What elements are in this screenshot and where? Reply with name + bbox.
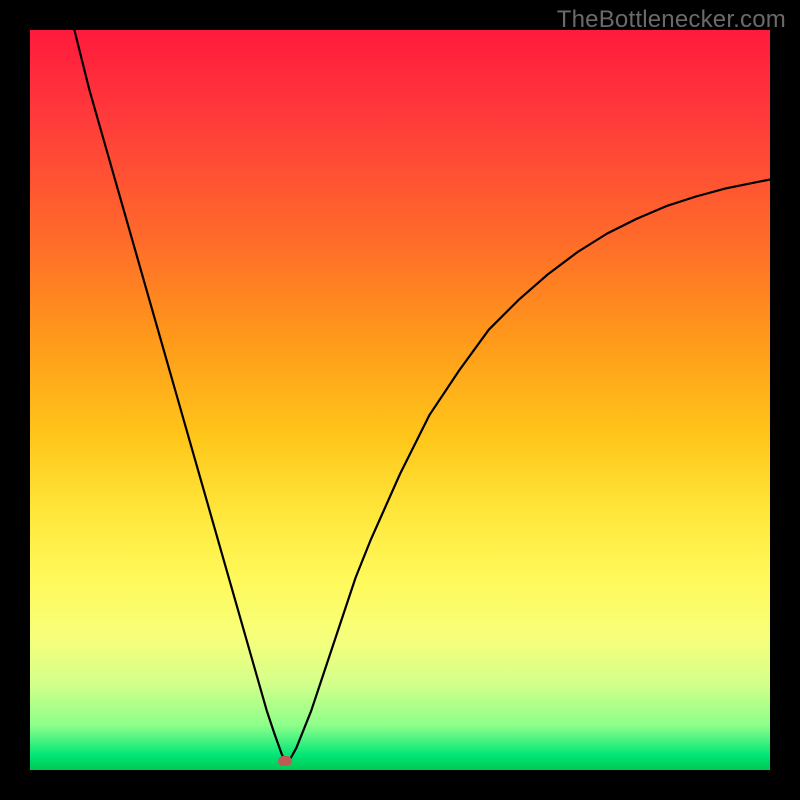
plot-area [30,30,770,770]
watermark-text: TheBottlenecker.com [557,6,786,34]
chart-frame: TheBottlenecker.com [0,0,800,800]
curve-layer [30,30,770,770]
bottleneck-curve [74,30,770,763]
optimal-marker [278,756,292,766]
